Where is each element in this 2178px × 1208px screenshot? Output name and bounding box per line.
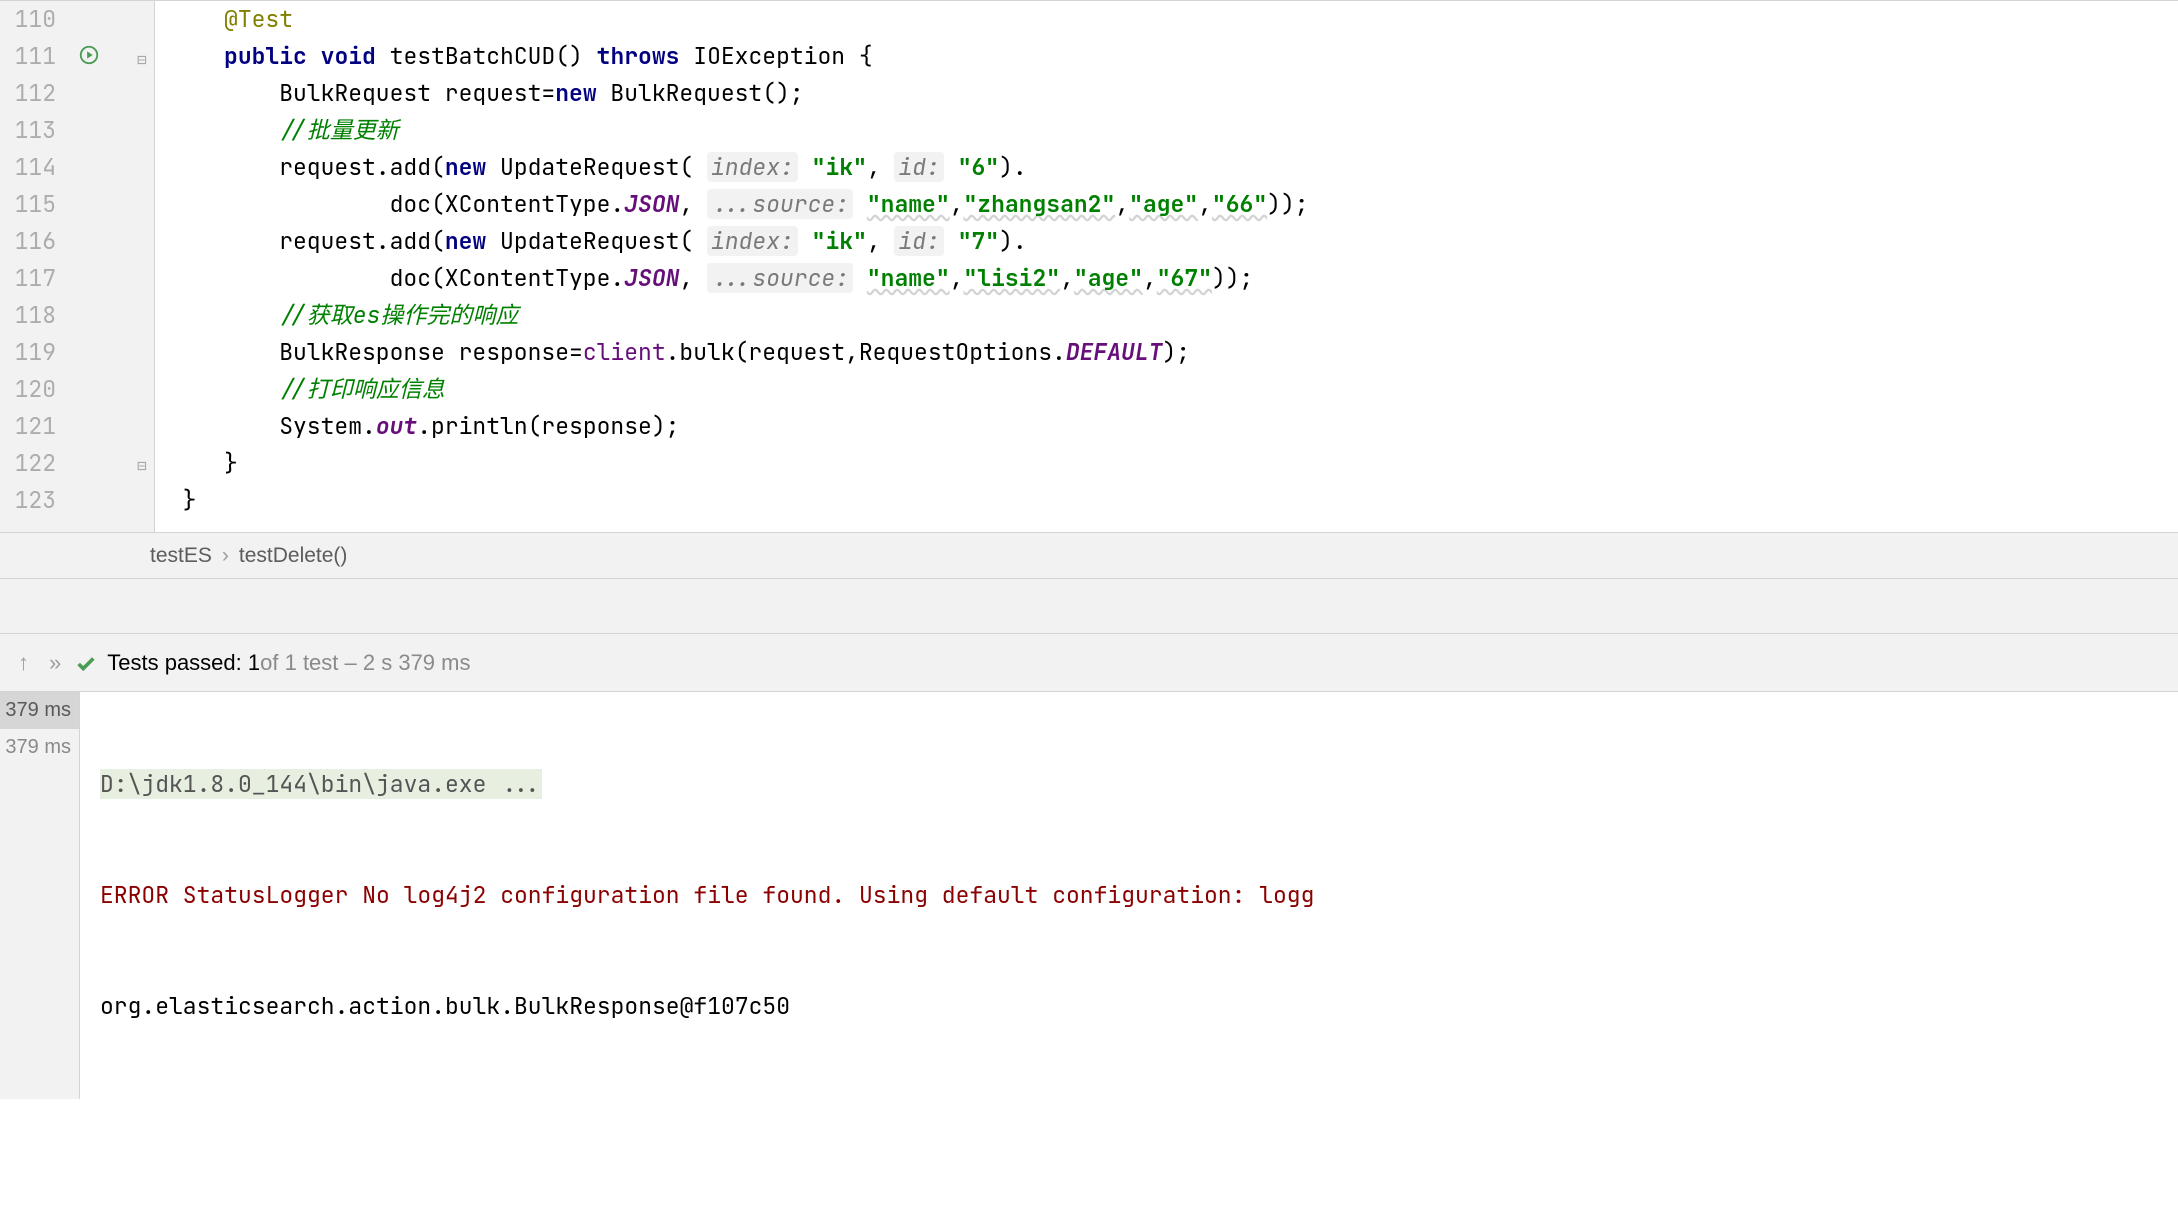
expand-icon[interactable]: »: [39, 650, 71, 676]
code-line[interactable]: }: [155, 445, 2178, 482]
breadcrumb-class[interactable]: testES: [150, 544, 212, 568]
tests-passed-label: Tests passed:: [107, 650, 242, 676]
tests-total-text: of 1 test – 2 s 379 ms: [260, 650, 470, 676]
test-duration[interactable]: 379 ms: [0, 729, 71, 766]
code-line[interactable]: doc(XContentType.JSON, ...source: "name"…: [155, 260, 2178, 297]
panel-divider: [0, 578, 2178, 634]
scroll-up-icon[interactable]: ↑: [8, 650, 39, 676]
line-number-column: 1101111121131141151161171181191201211221…: [0, 1, 70, 532]
code-line[interactable]: BulkResponse response=client.bulk(reques…: [155, 334, 2178, 371]
code-line[interactable]: request.add(new UpdateRequest( index: "i…: [155, 223, 2178, 260]
code-line[interactable]: BulkRequest request=new BulkRequest();: [155, 75, 2178, 112]
code-editor[interactable]: 1101111121131141151161171181191201211221…: [0, 0, 2178, 532]
tests-passed-count: 1: [248, 650, 260, 676]
code-line[interactable]: request.add(new UpdateRequest( index: "i…: [155, 149, 2178, 186]
editor-gutter: 1101111121131141151161171181191201211221…: [0, 1, 155, 532]
fold-open-icon[interactable]: ⊟: [134, 49, 150, 70]
console-panel: 379 ms 379 ms D:\jdk1.8.0_144\bin\java.e…: [0, 692, 2178, 1099]
code-line[interactable]: }: [155, 482, 2178, 519]
console-output-line: org.elasticsearch.action.bulk.BulkRespon…: [100, 988, 2178, 1025]
code-line[interactable]: doc(XContentType.JSON, ...source: "name"…: [155, 186, 2178, 223]
breadcrumb: testES › testDelete(): [0, 532, 2178, 578]
code-line[interactable]: @Test: [155, 1, 2178, 38]
console-command: D:\jdk1.8.0_144\bin\java.exe ...: [100, 769, 542, 799]
fold-column: ⊟ ⊟: [134, 1, 154, 532]
code-content[interactable]: @Test public void testBatchCUD() throws …: [155, 1, 2178, 532]
console-time-gutter: 379 ms 379 ms: [0, 692, 80, 1099]
code-line[interactable]: //打印响应信息: [155, 371, 2178, 408]
run-test-icon[interactable]: [78, 43, 100, 73]
code-line[interactable]: //获取es操作完的响应: [155, 297, 2178, 334]
console-error-line: ERROR StatusLogger No log4j2 configurati…: [100, 877, 2178, 914]
breadcrumb-method[interactable]: testDelete(): [239, 544, 348, 568]
console-output[interactable]: D:\jdk1.8.0_144\bin\java.exe ... ERROR S…: [80, 692, 2178, 1099]
breadcrumb-separator-icon: ›: [212, 544, 239, 568]
gutter-icon-column: [70, 1, 134, 532]
code-line[interactable]: //批量更新: [155, 112, 2178, 149]
test-duration[interactable]: 379 ms: [0, 692, 79, 729]
fold-close-icon[interactable]: ⊟: [134, 455, 150, 476]
test-results-bar: ↑ » Tests passed: 1 of 1 test – 2 s 379 …: [0, 634, 2178, 692]
code-line[interactable]: System.out.println(response);: [155, 408, 2178, 445]
code-line[interactable]: public void testBatchCUD() throws IOExce…: [155, 38, 2178, 75]
check-icon: [71, 650, 107, 676]
